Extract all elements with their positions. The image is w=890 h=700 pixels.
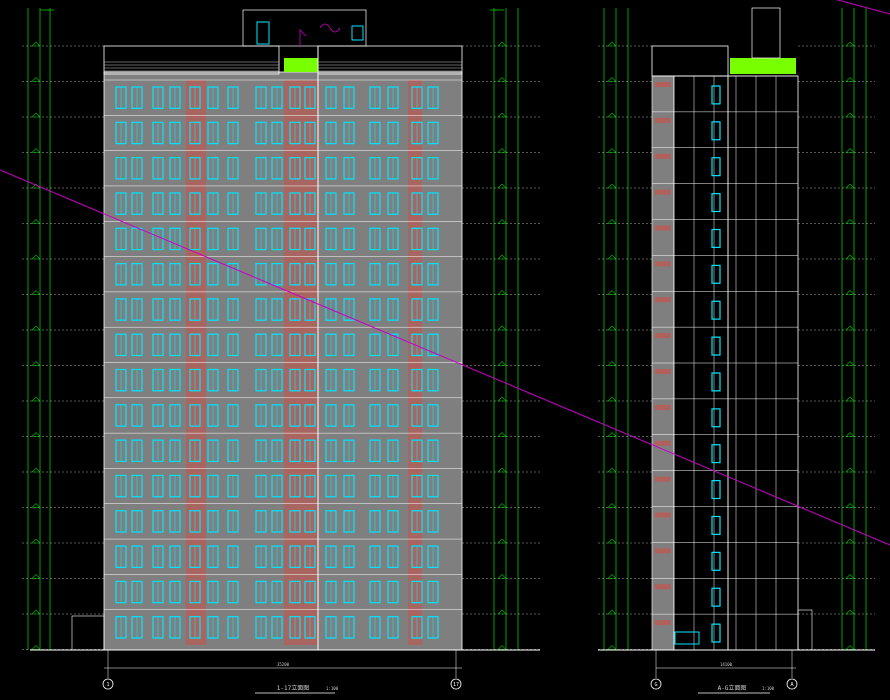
balcony-slab [655, 297, 671, 303]
left-drawing-scale: 1:100 [326, 686, 339, 691]
balcony-slab [655, 440, 671, 446]
balcony-slab [655, 584, 671, 590]
cad-elevation-drawing: 35200 1 17 14100 G A 1-17立面图 1:100 A-G立面… [0, 0, 890, 700]
balcony-slab [655, 225, 671, 231]
left-roof-green-band [284, 58, 318, 72]
balcony-slab [655, 476, 671, 482]
balcony-slab [655, 261, 671, 267]
balcony-slab [655, 333, 671, 339]
right-roof-green-band [730, 58, 796, 74]
right-grid-label-a: A [790, 682, 793, 688]
balcony-slab [655, 189, 671, 195]
right-drawing-scale: 1:100 [762, 686, 775, 691]
left-total-width-dim: 35200 [277, 662, 290, 667]
right-grid-label-g: G [654, 682, 657, 688]
balcony-slab [655, 620, 671, 626]
balcony-slab [655, 82, 671, 87]
balcony-slab [655, 369, 671, 374]
left-grid-label-1: 1 [106, 682, 109, 688]
balcony-slab [655, 548, 671, 554]
right-drawing-title: A-G立面图 [718, 684, 747, 692]
left-drawing-title: 1-17立面图 [277, 684, 309, 692]
right-total-width-dim: 14100 [720, 662, 733, 667]
balcony-slab [655, 117, 671, 123]
balcony-slab [655, 153, 671, 159]
balcony-slab [655, 404, 671, 410]
balcony-slab [655, 512, 671, 518]
left-grid-label-17: 17 [453, 682, 459, 688]
